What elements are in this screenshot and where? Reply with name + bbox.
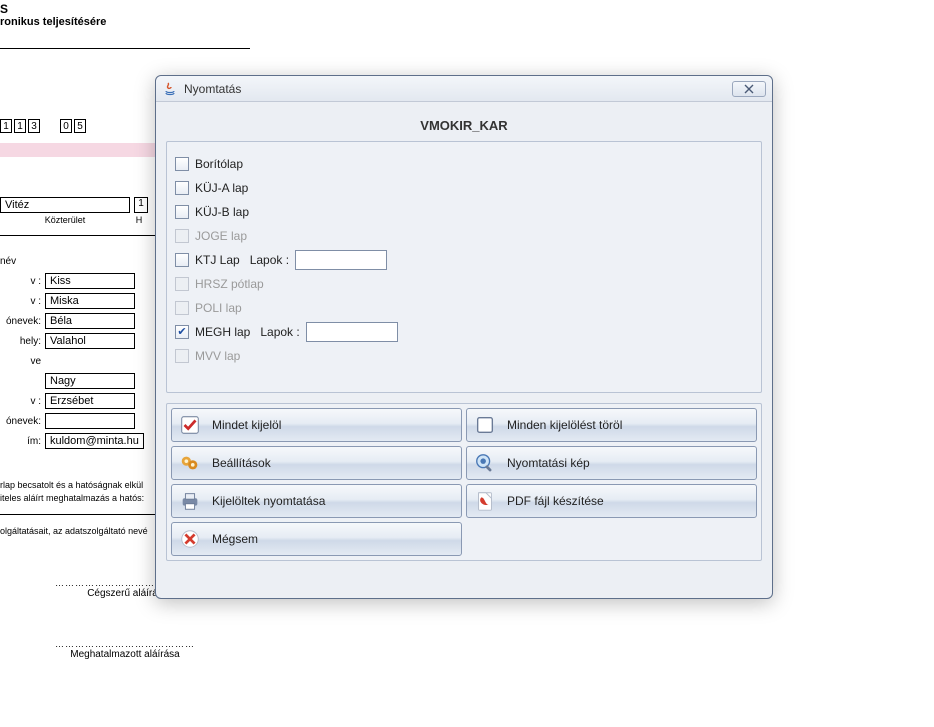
button-label: Kijelöltek nyomtatása bbox=[212, 494, 325, 508]
checkbox bbox=[175, 349, 189, 363]
checkbox[interactable] bbox=[175, 157, 189, 171]
bg-row-label: ónevek: bbox=[0, 416, 45, 427]
check-row-megh-lap: MEGH lap Lapok : bbox=[175, 320, 753, 344]
pdf-button[interactable]: PDF fájl készítése bbox=[466, 484, 757, 518]
settings-icon bbox=[178, 451, 202, 475]
check-label: POLI lap bbox=[195, 301, 242, 315]
pdf-icon bbox=[473, 489, 497, 513]
preview-icon bbox=[473, 451, 497, 475]
check-label: MEGH lap bbox=[195, 325, 250, 339]
bg-row-label: ím: bbox=[0, 436, 45, 447]
cancel-button[interactable]: Mégsem bbox=[171, 522, 462, 556]
bg-top-right: 1 bbox=[134, 197, 148, 213]
button-label: Mégsem bbox=[212, 532, 258, 546]
preview-button[interactable]: Nyomtatási kép bbox=[466, 446, 757, 480]
button-label: Mindet kijelöl bbox=[212, 418, 281, 432]
check-label: KTJ Lap bbox=[195, 253, 240, 267]
digit-box: 1 bbox=[14, 119, 26, 133]
checkbox[interactable] bbox=[175, 325, 189, 339]
check-label: KÜJ-B lap bbox=[195, 205, 249, 219]
kozterulet-label: Közterület bbox=[0, 215, 130, 225]
check-row-poli-lap: POLI lap bbox=[175, 296, 753, 320]
check-row-k-j-a-lap: KÜJ-A lap bbox=[175, 176, 753, 200]
bg-row-label: v : bbox=[0, 296, 45, 307]
button-label: Beállítások bbox=[212, 456, 271, 470]
digit-box: 3 bbox=[28, 119, 40, 133]
check-label: JOGE lap bbox=[195, 229, 247, 243]
print-selected-button[interactable]: Kijelöltek nyomtatása bbox=[171, 484, 462, 518]
signature-block: …………………………………… Meghatalmazott aláírása bbox=[0, 639, 250, 660]
digit-box: 1 bbox=[0, 119, 12, 133]
button-label: PDF fájl készítése bbox=[507, 494, 604, 508]
lapok-input[interactable] bbox=[295, 250, 387, 270]
printer-icon bbox=[178, 489, 202, 513]
lapok-label: Lapok : bbox=[250, 253, 289, 267]
select-all-icon bbox=[178, 413, 202, 437]
lapok-input[interactable] bbox=[306, 322, 398, 342]
close-button[interactable] bbox=[732, 81, 766, 97]
print-dialog: Nyomtatás VMOKIR_KAR Borítólap KÜJ-A lap K… bbox=[155, 75, 773, 599]
clear-all-icon bbox=[473, 413, 497, 437]
dialog-title: Nyomtatás bbox=[184, 82, 732, 96]
checkbox[interactable] bbox=[175, 181, 189, 195]
check-row-bor-t-lap: Borítólap bbox=[175, 152, 753, 176]
bg-row-label: ónevek: bbox=[0, 316, 45, 327]
button-label: Minden kijelölést töröl bbox=[507, 418, 622, 432]
bg-row-label: hely: bbox=[0, 336, 45, 347]
check-label: KÜJ-A lap bbox=[195, 181, 248, 195]
cancel-icon bbox=[178, 527, 202, 551]
lapok-label: Lapok : bbox=[260, 325, 299, 339]
check-label: MVV lap bbox=[195, 349, 240, 363]
titlebar: Nyomtatás bbox=[156, 76, 772, 102]
java-icon bbox=[162, 81, 178, 97]
checkbox bbox=[175, 277, 189, 291]
check-row-joge-lap: JOGE lap bbox=[175, 224, 753, 248]
sig-label: Meghatalmazott aláírása bbox=[0, 649, 250, 660]
check-row-hrsz-p-tlap: HRSZ pótlap bbox=[175, 272, 753, 296]
bg-row-field bbox=[45, 413, 135, 429]
check-label: Borítólap bbox=[195, 157, 243, 171]
bg-row-label: v : bbox=[0, 396, 45, 407]
bg-row-field: Miska bbox=[45, 293, 135, 309]
button-label: Nyomtatási kép bbox=[507, 456, 590, 470]
bg-row-field: Nagy bbox=[45, 373, 135, 389]
select-all-button[interactable]: Mindet kijelöl bbox=[171, 408, 462, 442]
bg-row-field: Béla bbox=[45, 313, 135, 329]
settings-button[interactable]: Beállítások bbox=[171, 446, 462, 480]
bg-subheader: ronikus teljesítésére bbox=[0, 16, 250, 28]
button-panel: Mindet kijelöl Minden kijelölést töröl B… bbox=[166, 403, 762, 561]
digit-box: 5 bbox=[74, 119, 86, 133]
bg-row-field: kuldom@minta.hu bbox=[45, 433, 144, 449]
checklist-panel: Borítólap KÜJ-A lap KÜJ-B lap JOGE lap KTJ L… bbox=[166, 141, 762, 393]
digit-box: 0 bbox=[60, 119, 72, 133]
bg-row-label: ve bbox=[0, 356, 45, 367]
check-row-ktj-lap: KTJ Lap Lapok : bbox=[175, 248, 753, 272]
checkbox[interactable] bbox=[175, 205, 189, 219]
bg-top-field: Vitéz bbox=[0, 197, 130, 213]
bg-header: S bbox=[0, 2, 250, 16]
check-label: HRSZ pótlap bbox=[195, 277, 264, 291]
checkbox bbox=[175, 229, 189, 243]
clear-all-button[interactable]: Minden kijelölést töröl bbox=[466, 408, 757, 442]
bg-row-field: Erzsébet bbox=[45, 393, 135, 409]
bg-row-label: v : bbox=[0, 276, 45, 287]
section-title: VMOKIR_KAR bbox=[166, 110, 762, 141]
check-row-k-j-b-lap: KÜJ-B lap bbox=[175, 200, 753, 224]
checkbox bbox=[175, 301, 189, 315]
bg-row-field: Kiss bbox=[45, 273, 135, 289]
checkbox[interactable] bbox=[175, 253, 189, 267]
sig-dots: …………………………………… bbox=[0, 639, 250, 649]
h-label: H bbox=[130, 215, 148, 225]
check-row-mvv-lap: MVV lap bbox=[175, 344, 753, 368]
bg-row-field: Valahol bbox=[45, 333, 135, 349]
